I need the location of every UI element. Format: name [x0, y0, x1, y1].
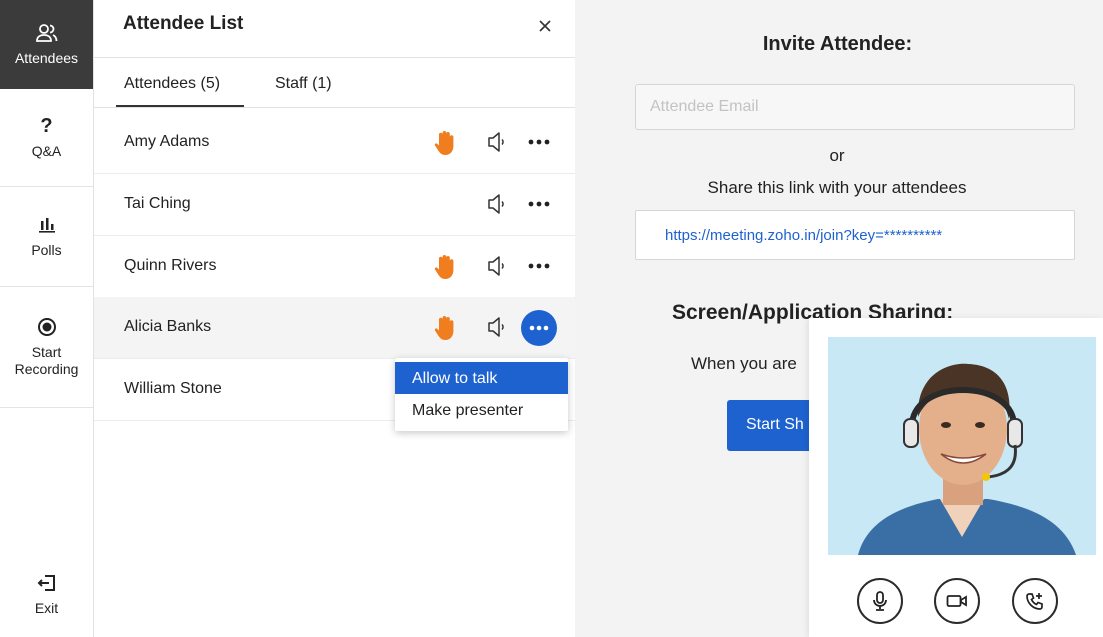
raised-hand-icon[interactable]	[434, 130, 458, 156]
menu-item-allow-to-talk[interactable]: Allow to talk	[395, 362, 568, 394]
or-divider-text: or	[829, 146, 845, 165]
video-camera-icon	[946, 595, 967, 607]
menu-item-label: Make presenter	[412, 402, 524, 419]
attendee-name: Amy Adams	[124, 133, 210, 150]
attendee-name: Alicia Banks	[124, 318, 212, 335]
screen-sharing-description: When you are	[691, 354, 797, 373]
microphone-icon	[873, 591, 887, 611]
more-options-icon[interactable]	[526, 131, 552, 153]
close-icon	[539, 20, 551, 32]
more-options-icon[interactable]	[526, 255, 552, 277]
more-options-button-active[interactable]	[521, 310, 557, 346]
more-options-icon[interactable]	[526, 193, 552, 215]
speaker-icon[interactable]	[486, 255, 510, 277]
tab-attendees[interactable]: Attendees (5)	[124, 75, 220, 93]
raised-hand-icon[interactable]	[434, 315, 458, 341]
attendee-row[interactable]: Amy Adams	[94, 112, 575, 174]
nav-polls-label: Polls	[31, 241, 62, 258]
phone-add-icon	[1026, 593, 1043, 610]
nav-exit[interactable]: Exit	[0, 560, 93, 630]
panel-header: Attendee List	[94, 0, 575, 58]
attendee-email-input[interactable]	[635, 84, 1075, 130]
question-icon: ?	[40, 114, 53, 137]
speaker-icon[interactable]	[486, 316, 510, 338]
camera-button[interactable]	[934, 578, 980, 624]
meeting-link-box[interactable]: https://meeting.zoho.in/join?key=*******…	[635, 210, 1075, 260]
nav-qa-label: Q&A	[31, 143, 62, 160]
close-panel-button[interactable]	[534, 15, 556, 37]
left-nav-rail: Attendees ? Q&A Polls Start Recording Ex…	[0, 0, 94, 637]
attendee-name: Tai Ching	[124, 195, 191, 212]
attendee-tabs: Attendees (5) Staff (1)	[94, 58, 575, 108]
raised-hand-icon[interactable]	[434, 254, 458, 280]
tab-selected-indicator	[116, 105, 244, 107]
meeting-link[interactable]: https://meeting.zoho.in/join?key=*******…	[665, 227, 942, 244]
nav-exit-label: Exit	[34, 600, 59, 617]
nav-attendees-label: Attendees	[14, 49, 79, 66]
nav-start-recording[interactable]: Start Recording	[0, 287, 93, 408]
panel-title: Attendee List	[123, 13, 244, 34]
attendee-panel: Attendee List Attendees (5) Staff (1) Am…	[94, 0, 575, 637]
participant-video	[828, 337, 1096, 555]
attendee-row[interactable]: Tai Ching	[94, 174, 575, 236]
attendee-row[interactable]: Quinn Rivers	[94, 236, 575, 298]
share-link-description: Share this link with your attendees	[707, 178, 967, 197]
nav-attendees[interactable]: Attendees	[0, 0, 93, 89]
attendee-context-menu: Allow to talk Make presenter	[395, 358, 568, 431]
exit-icon	[37, 572, 57, 594]
speaker-icon[interactable]	[486, 193, 510, 215]
nav-qa[interactable]: ? Q&A	[0, 90, 93, 187]
record-icon	[37, 316, 57, 338]
more-options-icon	[529, 325, 549, 331]
call-button[interactable]	[1012, 578, 1058, 624]
start-sharing-label: Start Sh	[746, 416, 804, 433]
microphone-button[interactable]	[857, 578, 903, 624]
nav-start-recording-label: Start Recording	[14, 343, 79, 378]
menu-item-label: Allow to talk	[412, 370, 498, 387]
video-preview-card	[809, 318, 1103, 637]
attendees-icon	[35, 22, 58, 44]
invite-title: Invite Attendee:	[762, 33, 913, 55]
poll-icon	[38, 214, 56, 236]
nav-polls[interactable]: Polls	[0, 187, 93, 287]
attendee-row[interactable]: Alicia Banks	[94, 297, 575, 359]
participant-avatar-photo	[828, 337, 1096, 555]
speaker-icon[interactable]	[486, 131, 510, 153]
tab-staff[interactable]: Staff (1)	[275, 75, 332, 93]
attendee-name: William Stone	[124, 380, 222, 397]
attendee-name: Quinn Rivers	[124, 257, 217, 274]
menu-item-make-presenter[interactable]: Make presenter	[395, 394, 568, 426]
